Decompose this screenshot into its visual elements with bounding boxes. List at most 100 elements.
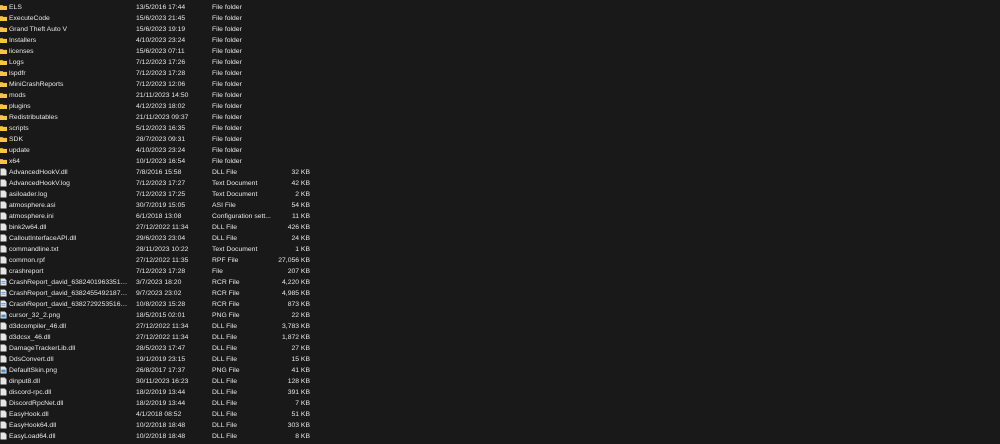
- file-name: asiloader.log: [9, 191, 48, 198]
- file-icon: [0, 333, 7, 341]
- list-item[interactable]: atmosphere.ini 6/1/2018 13:08 Configuratio…: [0, 211, 1000, 222]
- file-size: 3,783 KB: [282, 323, 310, 330]
- list-item[interactable]: Redistributables 21/11/2023 09:37 File fol…: [0, 112, 1000, 123]
- file-type: File folder: [212, 136, 242, 143]
- report-icon: [0, 300, 7, 308]
- file-name: dinput8.dll: [9, 378, 40, 385]
- list-item[interactable]: CrashReport_david_638240196335100592....…: [0, 277, 1000, 288]
- file-type: DLL File: [212, 433, 238, 440]
- list-item[interactable]: asiloader.log 7/12/2023 17:25 Text Documen…: [0, 189, 1000, 200]
- list-item[interactable]: CalloutInterfaceAPI.dll 29/6/2023 23:04 DL…: [0, 233, 1000, 244]
- list-item[interactable]: lspdfr 7/12/2023 17:28 File folder: [0, 68, 1000, 79]
- list-item[interactable]: scripts 5/12/2023 16:35 File folder: [0, 123, 1000, 134]
- list-item[interactable]: CrashReport_david_638272925351687539....…: [0, 299, 1000, 310]
- file-name: lspdfr: [9, 70, 26, 77]
- list-item[interactable]: SDK 28/7/2023 09:31 File folder: [0, 134, 1000, 145]
- file-size: 1,872 KB: [282, 334, 310, 341]
- file-type: DLL File: [212, 411, 238, 418]
- file-date-modified: 13/5/2016 17:44: [136, 4, 186, 11]
- list-item[interactable]: mods 21/11/2023 14:50 File folder: [0, 90, 1000, 101]
- file-name: CalloutInterfaceAPI.dll: [9, 235, 77, 242]
- list-item[interactable]: DamageTrackerLib.dll 28/5/2023 17:47 DLL F…: [0, 343, 1000, 354]
- list-item[interactable]: x64 10/1/2023 16:54 File folder: [0, 156, 1000, 167]
- file-name: cursor_32_2.png: [9, 312, 61, 319]
- file-size: 2 KB: [295, 191, 310, 198]
- file-icon: [0, 399, 7, 407]
- list-item[interactable]: EasyLoad64.dll 10/2/2018 18:48 DLL File 8 K…: [0, 431, 1000, 442]
- file-name: MiniCrashReports: [9, 81, 64, 88]
- folder-icon: [0, 113, 7, 121]
- file-icon: [0, 388, 7, 396]
- list-item[interactable]: AdvancedHookV.dll 7/8/2016 15:58 DLL File 3…: [0, 167, 1000, 178]
- file-icon: [0, 344, 7, 352]
- file-type: Text Document: [212, 191, 258, 198]
- file-name: Redistributables: [9, 114, 58, 121]
- list-item[interactable]: bink2w64.dll 27/12/2022 11:34 DLL File 426 …: [0, 222, 1000, 233]
- folder-icon: [0, 58, 7, 66]
- list-item[interactable]: Installers 4/10/2023 23:24 File folder: [0, 35, 1000, 46]
- file-type: File folder: [212, 37, 242, 44]
- file-date-modified: 7/12/2023 17:28: [136, 268, 186, 275]
- file-type: DLL File: [212, 400, 238, 407]
- list-item[interactable]: d3dcompiler_46.dll 27/12/2022 11:34 DLL Fi…: [0, 321, 1000, 332]
- list-item[interactable]: DdsConvert.dll 19/1/2019 23:15 DLL File 15 …: [0, 354, 1000, 365]
- list-item[interactable]: DefaultSkin.png 26/8/2017 17:37 PNG File 41…: [0, 365, 1000, 376]
- list-item[interactable]: DiscordRpcNet.dll 18/2/2019 13:44 DLL File…: [0, 398, 1000, 409]
- list-item[interactable]: licenses 15/6/2023 07:11 File folder: [0, 46, 1000, 57]
- file-name: ELS: [9, 4, 22, 11]
- list-item[interactable]: common.rpf 27/12/2022 11:35 RPF File 27,056…: [0, 255, 1000, 266]
- file-size: 22 KB: [291, 312, 310, 319]
- file-icon: [0, 267, 7, 275]
- list-item[interactable]: discord-rpc.dll 18/2/2019 13:44 DLL File 39…: [0, 387, 1000, 398]
- file-type: PNG File: [212, 367, 240, 374]
- file-type: File folder: [212, 103, 242, 110]
- file-date-modified: 15/6/2023 21:45: [136, 15, 186, 22]
- file-date-modified: 30/11/2023 16:23: [136, 378, 189, 385]
- folder-icon: [0, 91, 7, 99]
- file-date-modified: 10/8/2023 15:28: [136, 301, 186, 308]
- list-item[interactable]: ELS 13/5/2016 17:44 File folder: [0, 2, 1000, 13]
- file-name: CrashReport_david_638245549218749535....: [9, 290, 129, 297]
- file-date-modified: 10/2/2018 18:48: [136, 422, 186, 429]
- list-item[interactable]: dinput8.dll 30/11/2023 16:23 DLL File 128 K…: [0, 376, 1000, 387]
- file-name: CrashReport_david_638272925351687539....: [9, 301, 129, 308]
- file-size: 8 KB: [295, 433, 310, 440]
- file-icon: [0, 377, 7, 385]
- file-size: 207 KB: [287, 268, 310, 275]
- list-item[interactable]: MiniCrashReports 7/12/2023 12:06 File fold…: [0, 79, 1000, 90]
- list-item[interactable]: plugins 4/12/2023 18:02 File folder: [0, 101, 1000, 112]
- list-item[interactable]: CrashReport_david_638245549218749535....…: [0, 288, 1000, 299]
- file-name: Grand Theft Auto V: [9, 26, 68, 33]
- file-size: 51 KB: [291, 411, 310, 418]
- file-name: discord-rpc.dll: [9, 389, 52, 396]
- folder-icon: [0, 14, 7, 22]
- file-date-modified: 6/1/2018 13:08: [136, 213, 182, 220]
- list-item[interactable]: cursor_32_2.png 18/5/2015 02:01 PNG File 22…: [0, 310, 1000, 321]
- file-date-modified: 30/7/2019 15:05: [136, 202, 186, 209]
- file-date-modified: 4/10/2023 23:24: [136, 37, 186, 44]
- file-date-modified: 27/12/2022 11:34: [136, 224, 189, 231]
- list-item[interactable]: d3dcsx_46.dll 27/12/2022 11:34 DLL File 1,8…: [0, 332, 1000, 343]
- file-date-modified: 18/5/2015 02:01: [136, 312, 186, 319]
- list-item[interactable]: EasyHook64.dll 10/2/2018 18:48 DLL File 303…: [0, 420, 1000, 431]
- file-type: DLL File: [212, 235, 238, 242]
- file-type: RCR File: [212, 301, 240, 308]
- list-item[interactable]: commandline.txt 28/11/2023 10:22 Text Docu…: [0, 244, 1000, 255]
- file-type: ASI File: [212, 202, 236, 209]
- file-type: File folder: [212, 4, 242, 11]
- list-item[interactable]: crashreport 7/12/2023 17:28 File 207 KB: [0, 266, 1000, 277]
- list-item[interactable]: Logs 7/12/2023 17:26 File folder: [0, 57, 1000, 68]
- file-date-modified: 3/7/2023 18:20: [136, 279, 182, 286]
- list-item[interactable]: update 4/10/2023 23:24 File folder: [0, 145, 1000, 156]
- file-type: Text Document: [212, 180, 258, 187]
- list-item[interactable]: atmosphere.asi 30/7/2019 15:05 ASI File 54 …: [0, 200, 1000, 211]
- file-date-modified: 4/12/2023 18:02: [136, 103, 186, 110]
- file-icon: [0, 355, 7, 363]
- list-item[interactable]: Grand Theft Auto V 15/6/2023 19:19 File fo…: [0, 24, 1000, 35]
- list-item[interactable]: EasyHook.dll 4/1/2018 08:52 DLL File 51 KB: [0, 409, 1000, 420]
- file-date-modified: 21/11/2023 14:50: [136, 92, 189, 99]
- file-size: 15 KB: [291, 356, 310, 363]
- list-item[interactable]: ExecuteCode 15/6/2023 21:45 File folder: [0, 13, 1000, 24]
- list-item[interactable]: AdvancedHookV.log 7/12/2023 17:27 Text Doc…: [0, 178, 1000, 189]
- file-name: atmosphere.ini: [9, 213, 54, 220]
